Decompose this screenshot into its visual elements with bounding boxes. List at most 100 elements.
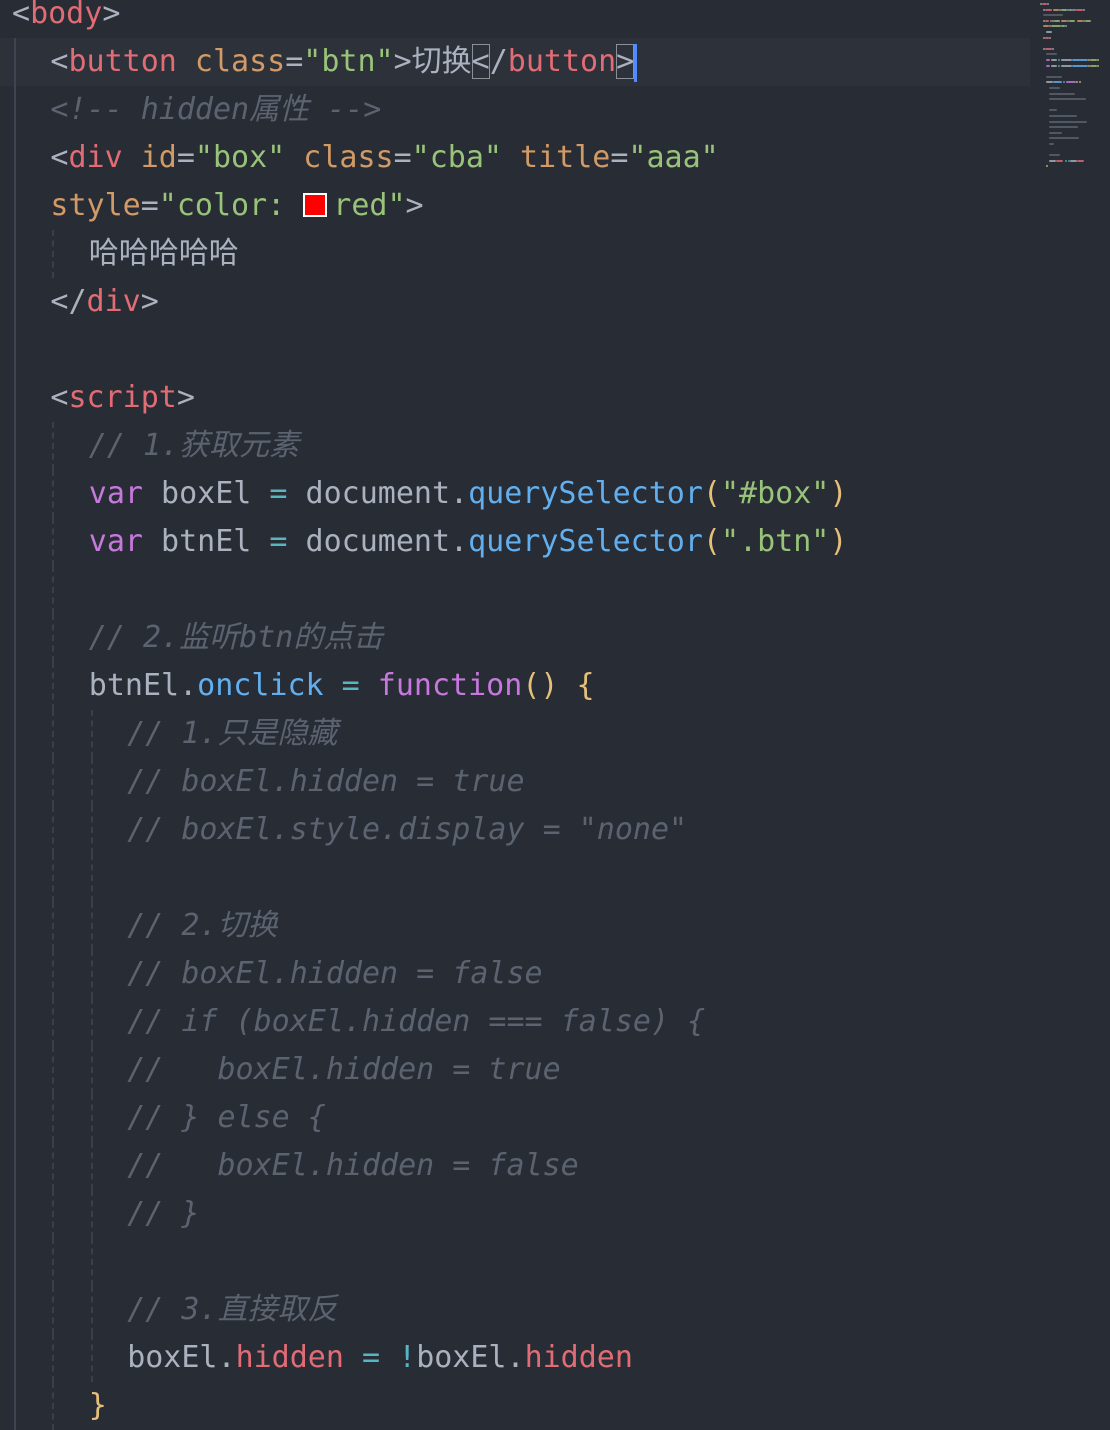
- code-text: // 1.获取元素: [89, 422, 299, 470]
- code-line[interactable]: var boxEl = document.querySelector("#box…: [0, 470, 1030, 518]
- code-line[interactable]: <body>: [0, 0, 1030, 38]
- indent-guide: [52, 1334, 55, 1382]
- code-token: "#box": [720, 476, 830, 511]
- code-text: <div id="box" class="cba" title="aaa": [50, 134, 718, 182]
- code-token: }: [88, 1388, 107, 1423]
- code-line[interactable]: [0, 326, 1030, 374]
- code-token: // }: [127, 1196, 200, 1231]
- code-line[interactable]: // if (boxEl.hidden === false) {: [0, 998, 1030, 1046]
- minimap-line: [1052, 47, 1055, 50]
- indent-guide: [90, 806, 93, 854]
- color-swatch-icon[interactable]: [303, 192, 328, 217]
- code-line[interactable]: // 1.只是隐藏: [0, 710, 1030, 758]
- code-token: =: [610, 140, 629, 175]
- minimap-line: [1050, 59, 1057, 61]
- indent-guide: [90, 1094, 93, 1142]
- code-token: id: [140, 140, 177, 175]
- indent-guide: [52, 1286, 55, 1334]
- code-line[interactable]: [0, 854, 1030, 902]
- code-token: >: [405, 188, 424, 223]
- code-text: // boxEl.hidden = true: [127, 758, 524, 806]
- code-line[interactable]: boxEl.hidden = !boxEl.hidden: [0, 1334, 1030, 1382]
- code-token: var: [88, 476, 143, 511]
- code-line[interactable]: // boxEl.hidden = true: [0, 758, 1030, 806]
- code-line[interactable]: // 2.监听btn的点击: [0, 614, 1030, 662]
- code-line[interactable]: <button class="btn">切换</button>: [0, 38, 1030, 86]
- minimap[interactable]: [1036, 0, 1110, 180]
- indent-guide: [90, 1334, 93, 1382]
- code-line[interactable]: btnEl.onclick = function() {: [0, 662, 1030, 710]
- minimap-line: [1049, 115, 1077, 117]
- code-line[interactable]: }: [0, 1382, 1030, 1430]
- code-token: "btn": [303, 44, 394, 79]
- code-text: }: [89, 1382, 107, 1430]
- code-line[interactable]: [0, 1238, 1030, 1286]
- indent-guide: [14, 1094, 16, 1142]
- code-token: hidden: [235, 1340, 344, 1375]
- indent-guide: [90, 950, 93, 998]
- code-token: // 3.直接取反: [127, 1292, 338, 1327]
- code-line[interactable]: <script>: [0, 374, 1030, 422]
- code-line[interactable]: </div>: [0, 278, 1030, 326]
- code-line[interactable]: // boxEl.hidden = true: [0, 1046, 1030, 1094]
- code-line[interactable]: <!-- hidden属性 -->: [0, 86, 1030, 134]
- code-text: // if (boxEl.hidden === false) {: [127, 998, 705, 1046]
- code-line[interactable]: // boxEl.hidden = false: [0, 1142, 1030, 1190]
- code-text: <body>: [12, 0, 120, 38]
- minimap-line: [1077, 159, 1085, 162]
- indent-guide: [52, 758, 55, 806]
- code-editor[interactable]: <body> <button class="btn">切换</button> <!-…: [0, 0, 1110, 1430]
- code-line[interactable]: <div id="box" class="cba" title="aaa": [0, 134, 1030, 182]
- code-token: document.: [305, 476, 469, 511]
- code-text: // } else {: [127, 1094, 326, 1142]
- code-token: >: [102, 0, 121, 31]
- code-line[interactable]: // 1.获取元素: [0, 422, 1030, 470]
- code-line[interactable]: // 2.切换: [0, 902, 1030, 950]
- indent-guide: [90, 1046, 93, 1094]
- indent-guide: [14, 518, 16, 566]
- minimap-line: [1066, 81, 1076, 84]
- indent-guide: [52, 230, 55, 278]
- indent-guide: [52, 614, 55, 662]
- code-token: >: [393, 44, 412, 79]
- indent-guide: [14, 806, 16, 854]
- code-token: div: [68, 140, 123, 175]
- code-token: !: [398, 1340, 417, 1375]
- code-line[interactable]: // 3.直接取反: [0, 1286, 1030, 1334]
- code-token: =: [362, 1340, 381, 1375]
- code-line[interactable]: // } else {: [0, 1094, 1030, 1142]
- minimap-line: [1061, 59, 1072, 61]
- code-token: =: [140, 188, 159, 223]
- code-token: querySelector: [468, 524, 703, 559]
- indent-guide: [52, 1238, 55, 1286]
- code-line[interactable]: // boxEl.style.display = "none": [0, 806, 1030, 854]
- code-token: =: [176, 140, 195, 175]
- code-text: style="color: red">: [50, 182, 423, 230]
- indent-guide: [14, 470, 16, 518]
- code-text: // boxEl.hidden = false: [127, 1142, 579, 1190]
- minimap-line: [1058, 64, 1060, 67]
- code-token: title: [520, 140, 611, 175]
- code-line[interactable]: // boxEl.hidden = false: [0, 950, 1030, 998]
- code-token: boxEl: [161, 476, 252, 511]
- code-line[interactable]: 哈哈哈哈哈: [0, 230, 1030, 278]
- code-token: style: [50, 188, 141, 223]
- code-line[interactable]: style="color: red">: [0, 182, 1030, 230]
- minimap-line: [1051, 25, 1061, 28]
- code-line[interactable]: // }: [0, 1190, 1030, 1238]
- indent-guide: [90, 1238, 93, 1286]
- minimap-line: [1046, 53, 1057, 56]
- code-line[interactable]: var btnEl = document.querySelector(".btn…: [0, 518, 1030, 566]
- code-token: "color:: [158, 188, 304, 223]
- indent-guide: [14, 662, 16, 710]
- code-line[interactable]: [0, 566, 1030, 614]
